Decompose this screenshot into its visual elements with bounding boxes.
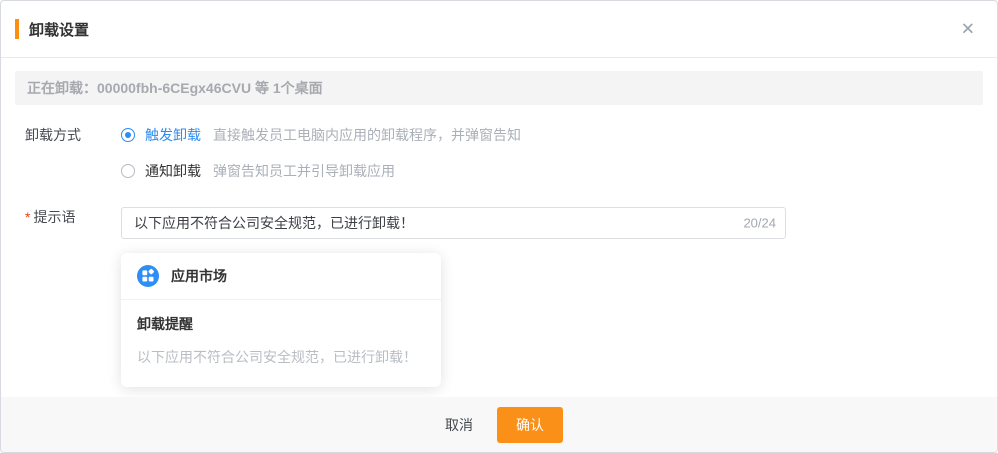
radio-option-label[interactable]: 通知卸载 (145, 161, 201, 181)
radio-option-label[interactable]: 触发卸载 (145, 125, 201, 145)
uninstalling-info-bar: 正在卸载：00000fbh-6CEgx46CVU 等 1个桌面 (15, 71, 983, 105)
preview-notification-message: 以下应用不符合公司安全规范，已进行卸载！ (137, 349, 417, 365)
radio-option-description: 弹窗告知员工并引导卸载应用 (213, 163, 395, 179)
dialog-body: 正在卸载：00000fbh-6CEgx46CVU 等 1个桌面 卸载方式 触发卸… (1, 71, 997, 387)
prompt-label: * 提示语 (25, 207, 121, 226)
prompt-label-text: 提示语 (33, 209, 76, 225)
cancel-button[interactable]: 取消 (435, 407, 483, 443)
dialog-title: 卸载设置 (29, 21, 90, 39)
prompt-input[interactable] (121, 207, 786, 239)
radio-option-notify-uninstall[interactable]: 通知卸载 弹窗告知员工并引导卸载应用 (121, 161, 983, 181)
prompt-input-wrap: 20/24 (121, 207, 786, 239)
radio-option-trigger-uninstall[interactable]: 触发卸载 直接触发员工电脑内应用的卸载程序，并弹窗告知 (121, 125, 983, 145)
uninstall-method-row: 卸载方式 触发卸载 直接触发员工电脑内应用的卸载程序，并弹窗告知 通知卸载 弹窗… (15, 125, 983, 181)
required-asterisk: * (25, 209, 31, 225)
uninstall-method-radio-group: 触发卸载 直接触发员工电脑内应用的卸载程序，并弹窗告知 通知卸载 弹窗告知员工并… (121, 125, 983, 181)
uninstall-settings-dialog: 卸载设置 ✕ 正在卸载：00000fbh-6CEgx46CVU 等 1个桌面 卸… (0, 0, 998, 453)
title-accent-bar (15, 19, 19, 39)
radio-option-description: 直接触发员工电脑内应用的卸载程序，并弹窗告知 (213, 127, 521, 143)
preview-notification-title: 卸载提醒 (137, 316, 193, 332)
uninstall-method-label: 卸载方式 (25, 127, 81, 143)
radio-unchecked-icon[interactable] (121, 164, 135, 178)
preview-card-header: 应用市场 (121, 253, 441, 300)
app-market-icon (137, 265, 159, 287)
preview-card-body: 卸载提醒 以下应用不符合公司安全规范，已进行卸载！ (121, 300, 441, 387)
dialog-header: 卸载设置 ✕ (1, 1, 997, 58)
radio-checked-icon[interactable] (121, 128, 135, 142)
dialog-footer: 取消 确认 (1, 397, 997, 452)
app-market-name: 应用市场 (171, 268, 227, 284)
uninstalling-info-text: 正在卸载：00000fbh-6CEgx46CVU 等 1个桌面 (27, 80, 323, 96)
confirm-button[interactable]: 确认 (497, 406, 563, 443)
notification-preview-card: 应用市场 卸载提醒 以下应用不符合公司安全规范，已进行卸载！ (121, 253, 441, 387)
prompt-text-row: *提示语 20/24 (15, 207, 983, 239)
char-counter: 20/24 (743, 215, 776, 231)
close-icon[interactable]: ✕ (961, 21, 975, 38)
